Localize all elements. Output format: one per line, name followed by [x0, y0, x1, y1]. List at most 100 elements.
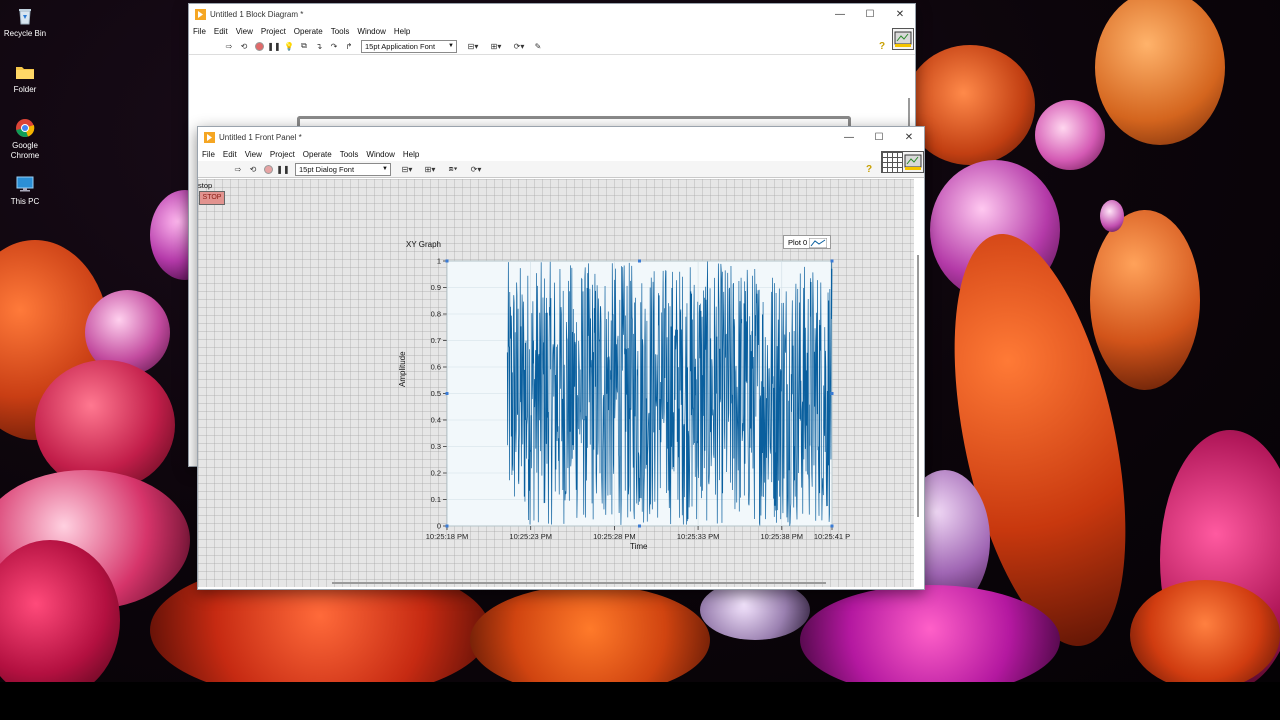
- y-tick-label: 0.3: [431, 442, 441, 451]
- reorder-icon[interactable]: ⟳▾: [466, 163, 486, 175]
- x-tick-label: 10:25:28 PM: [593, 532, 636, 541]
- maximize-button[interactable]: ☐: [864, 132, 894, 143]
- pause-icon[interactable]: ❚❚: [276, 163, 289, 175]
- y-tick-label: 0: [437, 522, 441, 531]
- step-into-icon[interactable]: ↴: [313, 40, 325, 52]
- maximize-button[interactable]: ☐: [855, 9, 885, 20]
- menu-view[interactable]: View: [245, 150, 262, 159]
- resize-handle: [830, 259, 834, 263]
- retain-wire-values-icon[interactable]: ⧉: [298, 40, 310, 52]
- run-continuous-icon[interactable]: ⟲: [238, 40, 250, 52]
- resize-handle: [638, 524, 641, 528]
- vi-icon: [902, 151, 924, 173]
- run-arrow-icon[interactable]: ⇨: [223, 40, 235, 52]
- x-tick-label: 10:25:18 PM: [426, 532, 469, 541]
- vi-icon: [892, 28, 914, 50]
- desktop-icon-label: Folder: [13, 85, 37, 94]
- x-tick-label: 10:25:38 PM: [761, 532, 804, 541]
- front-panel-window[interactable]: Untitled 1 Front Panel * — ☐ ✕ File Edit…: [197, 126, 925, 590]
- vertical-scrollbar[interactable]: [917, 255, 919, 517]
- menu-help[interactable]: Help: [394, 27, 410, 36]
- y-tick-label: 0.1: [431, 495, 441, 504]
- chevron-down-icon: ▼: [448, 42, 454, 49]
- menu-tools[interactable]: Tools: [331, 27, 350, 36]
- desktop-icon-label: Recycle Bin: [3, 29, 47, 38]
- menu-project[interactable]: Project: [270, 150, 295, 159]
- desktop-icon-folder[interactable]: Folder: [0, 62, 50, 95]
- block-diagram-menubar: File Edit View Project Operate Tools Win…: [189, 24, 915, 38]
- resize-handle: [445, 259, 449, 263]
- vertical-scrollbar[interactable]: [908, 98, 910, 128]
- align-objects-icon[interactable]: ⊟▾: [463, 40, 483, 52]
- font-selector-value: 15pt Dialog Font: [299, 164, 355, 174]
- minimize-button[interactable]: —: [834, 132, 864, 143]
- highlight-execution-icon[interactable]: 💡: [283, 40, 295, 52]
- xy-graph[interactable]: 0 0.1 0.2 0.3 0.4 0.5 0.6 0.7 0.8 0.9 1 10:25:18 PM…: [198, 179, 914, 587]
- menu-window[interactable]: Window: [357, 27, 385, 36]
- y-tick-label: 0.4: [431, 416, 441, 425]
- menu-operate[interactable]: Operate: [294, 27, 323, 36]
- desktop-icon-this-pc[interactable]: This PC: [0, 174, 50, 207]
- cleanup-diagram-icon[interactable]: ✎: [532, 40, 544, 52]
- distribute-objects-icon[interactable]: ⊞▾: [420, 163, 440, 175]
- close-button[interactable]: ✕: [885, 9, 915, 20]
- y-tick-label: 0.2: [431, 469, 441, 478]
- resize-objects-icon[interactable]: ⧈▾: [443, 163, 463, 175]
- block-diagram-titlebar[interactable]: Untitled 1 Block Diagram * — ☐ ✕: [189, 4, 915, 24]
- front-panel-titlebar[interactable]: Untitled 1 Front Panel * — ☐ ✕: [198, 127, 924, 147]
- block-diagram-toolbar: ⇨ ⟲ ❚❚ 💡 ⧉ ↴ ↷ ↱ 15pt Application Font ▼ …: [189, 38, 915, 55]
- menu-file[interactable]: File: [193, 27, 206, 36]
- help-icon[interactable]: ?: [879, 41, 885, 52]
- y-tick-label: 1: [437, 257, 441, 266]
- y-tick-label: 0.5: [431, 389, 441, 398]
- labview-icon: [204, 131, 215, 143]
- menu-edit[interactable]: Edit: [223, 150, 237, 159]
- connector-pane-icon: [881, 151, 903, 173]
- monitor-icon: [15, 174, 35, 194]
- menu-tools[interactable]: Tools: [340, 150, 359, 159]
- x-tick-label: 10:25:41 P: [814, 532, 850, 541]
- distribute-objects-icon[interactable]: ⊞▾: [486, 40, 506, 52]
- help-icon[interactable]: ?: [866, 164, 872, 175]
- chevron-down-icon: ▼: [382, 165, 388, 172]
- desktop-icon-label: Google Chrome: [10, 141, 40, 160]
- front-panel-menubar: File Edit View Project Operate Tools Win…: [198, 147, 924, 161]
- close-button[interactable]: ✕: [894, 132, 924, 143]
- menu-help[interactable]: Help: [403, 150, 419, 159]
- minimize-button[interactable]: —: [825, 9, 855, 20]
- y-tick-label: 0.9: [431, 283, 441, 292]
- window-title: Untitled 1 Front Panel *: [219, 132, 302, 142]
- menu-view[interactable]: View: [236, 27, 253, 36]
- menu-window[interactable]: Window: [366, 150, 394, 159]
- y-tick-label: 0.8: [431, 310, 441, 319]
- resize-handle: [830, 392, 834, 395]
- folder-icon: [15, 62, 35, 82]
- run-continuous-icon[interactable]: ⟲: [247, 163, 259, 175]
- resize-handle: [445, 524, 449, 528]
- taskbar: [0, 682, 1280, 720]
- chrome-icon: [15, 118, 35, 138]
- abort-icon[interactable]: [262, 163, 274, 175]
- desktop-icon-chrome[interactable]: Google Chrome: [0, 118, 50, 161]
- menu-edit[interactable]: Edit: [214, 27, 228, 36]
- desktop-icon-label: This PC: [10, 197, 40, 206]
- reorder-icon[interactable]: ⟳▾: [509, 40, 529, 52]
- desktop-icon-recycle-bin[interactable]: Recycle Bin: [0, 6, 50, 39]
- step-out-icon[interactable]: ↱: [343, 40, 355, 52]
- front-panel-canvas[interactable]: stop STOP XY Graph Plot 0 Amplitude Time…: [198, 179, 914, 587]
- font-selector[interactable]: 15pt Application Font ▼: [361, 39, 457, 53]
- menu-operate[interactable]: Operate: [303, 150, 332, 159]
- x-tick-label: 10:25:33 PM: [677, 532, 720, 541]
- window-title: Untitled 1 Block Diagram *: [210, 9, 304, 19]
- horizontal-scrollbar[interactable]: [332, 582, 826, 584]
- y-tick-label: 0.7: [431, 336, 441, 345]
- y-tick-label: 0.6: [431, 363, 441, 372]
- pause-icon[interactable]: ❚❚: [267, 40, 280, 52]
- abort-icon[interactable]: [253, 40, 265, 52]
- align-objects-icon[interactable]: ⊟▾: [397, 163, 417, 175]
- run-arrow-icon[interactable]: ⇨: [232, 163, 244, 175]
- menu-file[interactable]: File: [202, 150, 215, 159]
- step-over-icon[interactable]: ↷: [328, 40, 340, 52]
- font-selector[interactable]: 15pt Dialog Font ▼: [295, 162, 391, 176]
- menu-project[interactable]: Project: [261, 27, 286, 36]
